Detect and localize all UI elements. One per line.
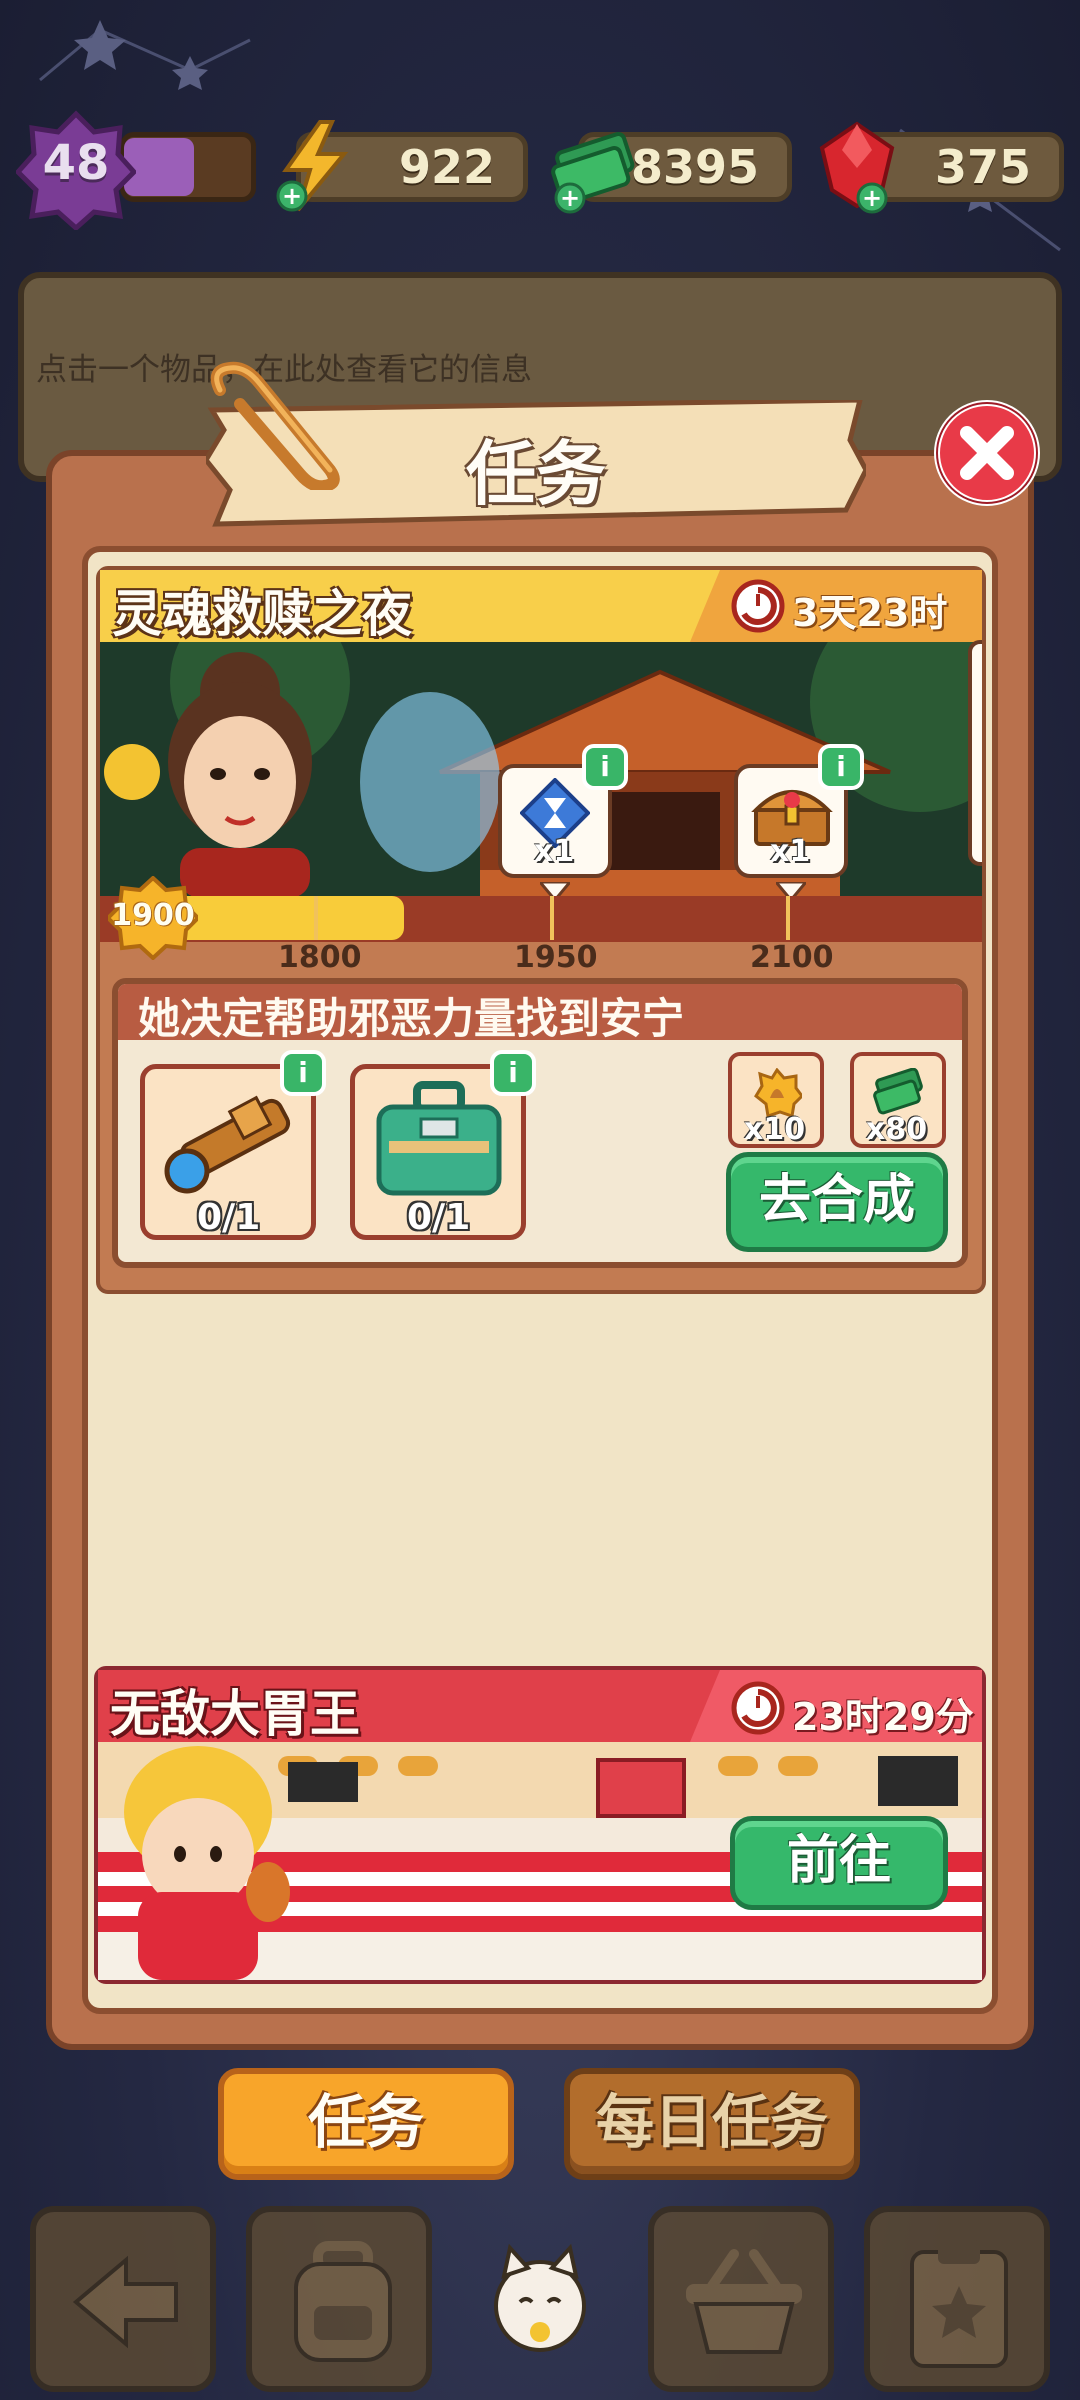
reward-quantity: x1: [534, 834, 575, 869]
clock-icon: [731, 1681, 785, 1735]
lightning-bolt-icon: +: [276, 120, 349, 212]
nav-backpack-button[interactable]: [246, 2206, 432, 2392]
ruby-gem-icon: +: [819, 121, 895, 214]
svg-text:+: +: [560, 184, 580, 212]
milestone-tick: [314, 896, 318, 940]
item-progress: 0/1: [407, 1197, 471, 1238]
info-icon[interactable]: i: [280, 1050, 326, 1096]
cash-stack-icon: +: [551, 132, 635, 214]
milestone-tick: [550, 896, 554, 940]
quest-description: 她决定帮助邪恶力量找到安宁: [138, 994, 685, 1043]
quest-reward-stars: x10: [728, 1052, 824, 1148]
energy-value: 922: [398, 140, 495, 194]
reward-quantity: x10: [744, 1112, 806, 1147]
milestone-label: 2100: [750, 940, 834, 975]
modal-title: 任务: [466, 433, 606, 515]
nav-task-clipboard-button[interactable]: [864, 2206, 1050, 2392]
gem-value: 375: [934, 140, 1031, 194]
telescope-icon: [164, 1095, 291, 1194]
reward-quantity: x1: [770, 834, 811, 869]
item-progress: 0/1: [197, 1197, 261, 1238]
event-timer: 23时29分: [792, 1695, 974, 1739]
tab-tasks[interactable]: 任务: [218, 2068, 514, 2180]
nav-shop-basket-button[interactable]: [648, 2206, 834, 2392]
toolbox-icon: [376, 1081, 502, 1196]
close-button[interactable]: [932, 398, 1042, 508]
info-icon[interactable]: i: [818, 744, 864, 790]
clipboard-star-icon: [910, 2240, 1008, 2368]
milestone-tick: [786, 896, 790, 940]
reward-quantity: x80: [866, 1112, 928, 1147]
go-to-event-button[interactable]: 前往: [730, 1816, 948, 1910]
milestone-label: 1800: [278, 940, 362, 975]
milestone-reward-3[interactable]: [968, 640, 982, 866]
starfield-background: [39, 20, 1061, 252]
lucky-cat-icon[interactable]: [480, 2240, 600, 2360]
basket-icon: [686, 2249, 802, 2354]
player-level: 48: [42, 135, 110, 191]
event-title: 无敌大胃王: [110, 1685, 360, 1743]
event-timer: 3天23时: [792, 591, 948, 635]
star-badge-icon: [754, 1068, 802, 1118]
nav-back-button[interactable]: [30, 2206, 216, 2392]
svg-text:+: +: [282, 182, 302, 210]
go-merge-button[interactable]: 去合成: [726, 1152, 948, 1252]
quest-reward-cash: x80: [850, 1052, 946, 1148]
backpack-icon: [294, 2241, 392, 2362]
svg-text:+: +: [862, 184, 882, 212]
clock-icon: [731, 579, 785, 633]
info-icon[interactable]: i: [490, 1050, 536, 1096]
tab-daily-tasks[interactable]: 每日任务: [564, 2068, 860, 2180]
event-title: 灵魂救赎之夜: [112, 585, 412, 643]
current-points: 1900: [111, 898, 195, 933]
milestone-label: 1950: [514, 940, 598, 975]
cash-stack-icon: [873, 1068, 923, 1115]
arrow-left-icon: [72, 2255, 178, 2349]
info-icon[interactable]: i: [582, 744, 628, 790]
